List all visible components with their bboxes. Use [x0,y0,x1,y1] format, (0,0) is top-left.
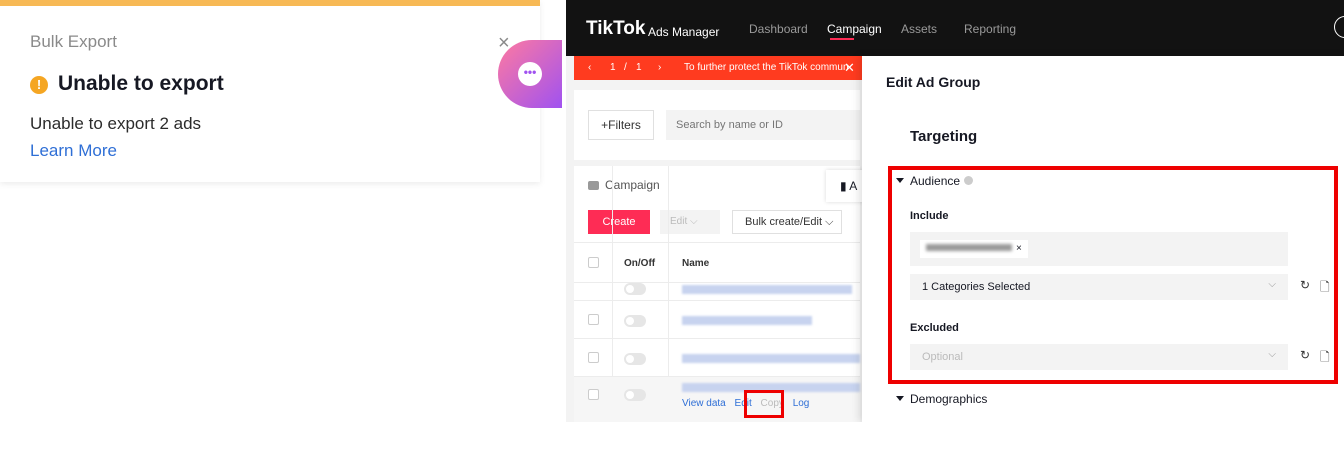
demographics-label: Demographics [910,392,988,406]
ad-name-blurred [682,285,852,294]
popup-title: Bulk Export [30,32,117,51]
user-avatar[interactable] [1334,16,1344,38]
top-navigation: TikTok Ads Manager Dashboard Campaign As… [566,0,1344,56]
ad-name-blurred [682,316,812,325]
notice-banner: ‹ 1 / 1 › To further protect the TikTok … [574,56,864,80]
active-nav-indicator [830,38,854,40]
edit-ad-group-panel: Edit Ad Group Targeting Audience Include… [862,56,1344,422]
tag-close-icon[interactable]: × [1016,243,1022,254]
tab-campaign[interactable]: Campaign [588,178,660,192]
refresh-icon[interactable]: ↻ [1300,278,1310,292]
notice-page-separator: / [624,62,627,73]
header-name: Name [682,258,710,269]
notice-text: To further protect the TikTok commun [684,62,849,73]
info-icon [964,176,974,185]
edit-highlight-box [744,390,784,418]
table-row[interactable] [574,338,860,376]
excluded-placeholder: Optional [922,351,963,363]
bulk-export-popup: Bulk Export × ! Unable to export Unable … [0,0,540,182]
tab-campaign-label: Campaign [605,178,660,192]
row-checkbox[interactable] [588,352,599,363]
chevron-down-icon: ⌵ [1268,349,1276,360]
audience-tag-blurred [926,244,1012,251]
filter-bar: +Filters [574,90,862,160]
ads-manager-window: TikTok Ads Manager Dashboard Campaign As… [566,0,1344,422]
search-input[interactable] [666,110,862,140]
audience-label: Audience [910,174,961,188]
on-off-toggle[interactable] [624,353,646,365]
warning-icon: ! [30,76,48,94]
audience-toggle[interactable]: Audience [896,174,974,188]
folder-icon [588,181,599,190]
panel-title: Edit Ad Group [886,74,981,90]
filters-button[interactable]: +Filters [588,110,654,140]
on-off-toggle[interactable] [624,389,646,401]
include-category-select[interactable]: 1 Categories Selected ⌵ [910,274,1288,300]
notice-close-icon[interactable]: ✕ [844,60,855,76]
refresh-icon[interactable]: ↻ [1300,348,1310,362]
edit-dropdown[interactable]: Edit ⌵ [660,210,720,234]
demographics-toggle[interactable]: Demographics [896,392,987,406]
nav-assets[interactable]: Assets [901,22,937,36]
caret-down-icon [896,396,904,401]
error-message: Unable to export 2 ads [30,114,202,133]
chevron-right-icon[interactable]: › [658,62,661,73]
include-label: Include [910,210,949,222]
chevron-down-icon: ⌵ [1268,279,1276,290]
tab-adgroup[interactable]: ▮ A [826,170,866,202]
nav-campaign[interactable]: Campaign [827,22,882,36]
page-background [0,422,1344,456]
tiktok-logo[interactable]: TikTok [586,18,645,40]
table-row[interactable] [574,282,860,298]
nav-dashboard[interactable]: Dashboard [749,22,808,36]
excluded-select[interactable]: Optional ⌵ [910,344,1288,370]
header-on-off: On/Off [624,258,656,269]
chat-support-button[interactable]: ••• [498,40,562,108]
ads-manager-label: Ads Manager [648,25,720,39]
ads-table-area: Campaign ▮ A Create Edit ⌵ Bulk create/E… [574,166,866,422]
log-link[interactable]: Log [793,398,810,409]
table-row[interactable] [574,300,860,338]
on-off-toggle[interactable] [624,315,646,327]
ad-name-blurred [682,354,860,363]
nav-reporting[interactable]: Reporting [964,22,1016,36]
targeting-heading: Targeting [910,128,978,145]
document-icon[interactable]: 🗋 [1320,278,1330,299]
table-header: On/Off Name [574,242,860,282]
select-all-checkbox[interactable] [588,257,599,268]
view-data-link[interactable]: View data [682,398,726,409]
chat-icon: ••• [518,62,542,86]
excluded-label: Excluded [910,322,959,334]
create-button[interactable]: Create [588,210,650,234]
document-icon[interactable]: 🗋 [1320,348,1330,369]
include-audience-input[interactable]: × [910,232,1288,266]
notice-page: 1 [610,62,616,73]
bulk-create-edit-button[interactable]: Bulk create/Edit ⌵ [732,210,842,234]
learn-more-link[interactable]: Learn More [30,141,117,161]
error-heading: Unable to export [58,72,224,95]
row-checkbox[interactable] [588,314,599,325]
on-off-toggle[interactable] [624,283,646,295]
chevron-left-icon[interactable]: ‹ [588,62,591,73]
audience-tag: × [920,240,1028,258]
caret-down-icon [896,178,904,183]
include-select-value: 1 Categories Selected [922,281,1031,293]
row-checkbox[interactable] [588,389,599,400]
notice-page-total: 1 [636,62,642,73]
